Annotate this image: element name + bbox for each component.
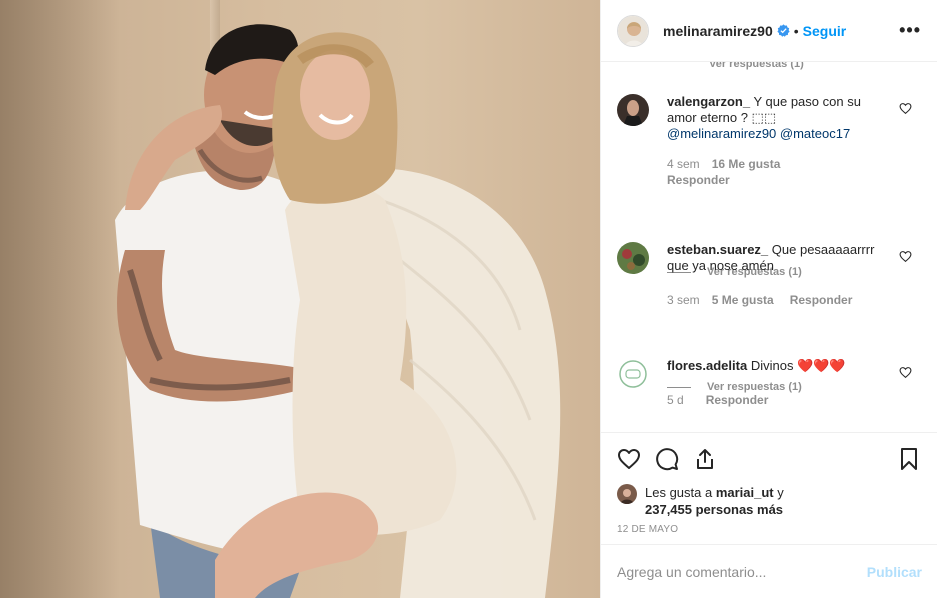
comment-heart-icon[interactable] (899, 250, 912, 263)
liker-avatar[interactable] (617, 484, 637, 504)
liked-by-count[interactable]: 237,455 personas más (645, 502, 783, 517)
comment-time[interactable]: 4 sem (667, 157, 700, 171)
share-button[interactable] (693, 447, 717, 471)
heart-icon (618, 448, 640, 469)
commenter-avatar[interactable] (617, 242, 649, 274)
publish-button[interactable]: Publicar (867, 564, 922, 580)
likes-text: Les gusta a mariai_ut y 237,455 personas… (645, 484, 784, 518)
save-button[interactable] (897, 447, 921, 471)
comment-body: valengarzon_ Y que paso con su amor eter… (667, 94, 892, 188)
author-avatar[interactable] (617, 14, 649, 47)
reply-button[interactable]: Responder (706, 393, 769, 407)
comment-mentions[interactable]: @melinaramirez90 @mateoc17 (667, 126, 892, 142)
comment-username[interactable]: esteban.suarez_ (667, 242, 768, 257)
comment-username[interactable]: valengarzon_ (667, 94, 750, 109)
comment-heart-icon[interactable] (899, 366, 912, 379)
comment-body: esteban.suarez_ Que pesaaaaarrrr que ya … (667, 242, 892, 308)
comment-input[interactable]: Agrega un comentario... (617, 564, 766, 580)
follow-button[interactable]: Seguir (803, 23, 847, 39)
comment-body: flores.adelita Divinos ❤️❤️❤️ 5 d Respond… (667, 358, 892, 408)
comment-username[interactable]: flores.adelita (667, 358, 747, 373)
more-options-icon[interactable]: ••• (899, 20, 921, 41)
post-photo[interactable] (0, 0, 600, 598)
post-header: melinaramirez90 • Seguir ••• (601, 0, 937, 62)
likes-summary: Les gusta a mariai_ut y 237,455 personas… (601, 484, 937, 518)
comment-button[interactable] (655, 447, 679, 471)
comment-icon (656, 447, 679, 470)
add-comment-bar: Agrega un comentario... Publicar (601, 544, 937, 598)
couple-illustration (115, 24, 561, 598)
comments-list[interactable]: Ver respuestas (1) valengarzon_ Y que pa… (601, 62, 937, 432)
share-icon (697, 448, 713, 469)
comment-meta: 5 d Responder (667, 392, 892, 408)
comment-time[interactable]: 5 d (667, 393, 684, 407)
post-actions-bar (601, 432, 937, 484)
commenter-avatar[interactable] (617, 358, 649, 390)
comment-text-line: esteban.suarez_ Que pesaaaaarrrr que ya … (667, 242, 892, 274)
reply-button[interactable]: Responder (790, 293, 853, 307)
header-separator: • (793, 22, 799, 39)
comment-meta: 3 sem 5 Me gusta Responder (667, 292, 892, 308)
instagram-post: melinaramirez90 • Seguir ••• Ver respues… (0, 0, 937, 598)
comment-meta: 4 sem 16 Me gusta Responder (667, 156, 892, 188)
commenter-avatar[interactable] (617, 94, 649, 126)
comment-text: Divinos (747, 358, 798, 373)
liked-by-user[interactable]: mariai_ut (716, 485, 774, 500)
comment-likes[interactable]: 5 Me gusta (712, 293, 774, 307)
liked-by-mid: y (773, 485, 784, 500)
reply-button[interactable]: Responder (667, 172, 892, 188)
comment-emoji: ❤️❤️❤️ (797, 358, 846, 373)
like-button[interactable] (617, 447, 641, 471)
bookmark-icon (901, 447, 917, 470)
author-username[interactable]: melinaramirez90 (663, 23, 773, 39)
comment-likes[interactable]: 16 Me gusta (712, 157, 781, 171)
comment-text-line: valengarzon_ Y que paso con su amor eter… (667, 94, 892, 126)
comment-heart-icon[interactable] (899, 102, 912, 115)
comment-time[interactable]: 3 sem (667, 293, 700, 307)
verified-badge-icon (777, 24, 790, 37)
partial-view-replies: Ver respuestas (1) (709, 62, 804, 70)
comment-text-line: flores.adelita Divinos ❤️❤️❤️ (667, 358, 892, 374)
liked-by-prefix: Les gusta a (645, 485, 716, 500)
post-date[interactable]: 12 DE MAYO (601, 518, 937, 535)
post-sidebar: melinaramirez90 • Seguir ••• Ver respues… (600, 0, 937, 598)
